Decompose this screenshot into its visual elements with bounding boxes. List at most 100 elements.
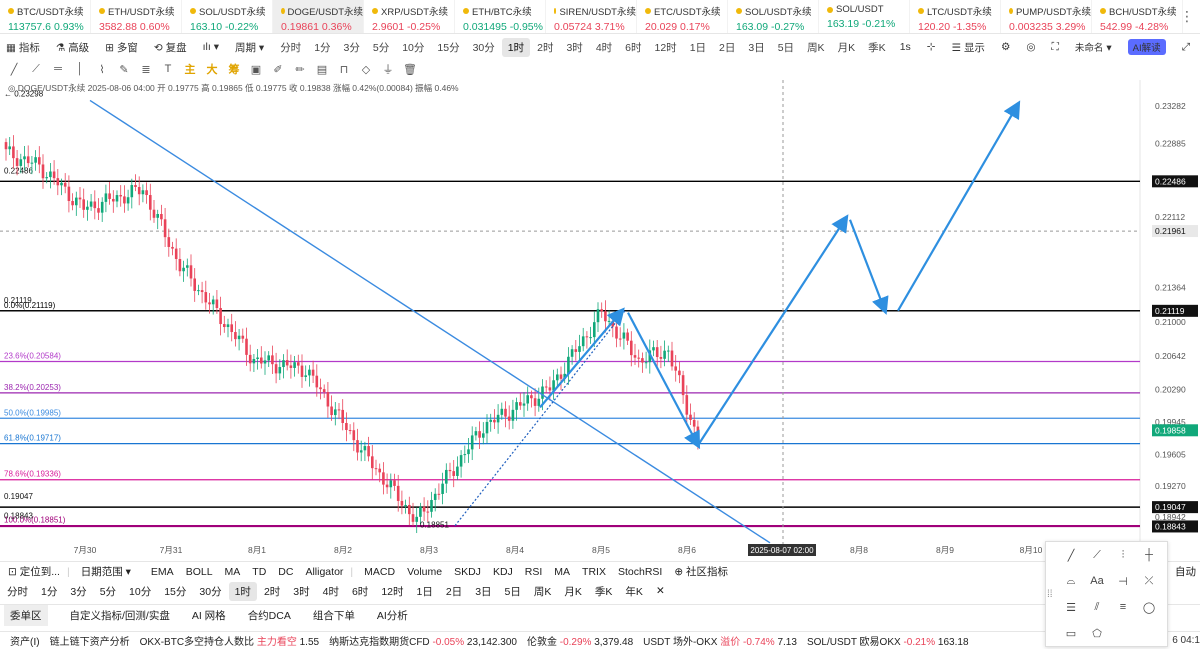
indicator-button[interactable]: ▦ 指标 bbox=[6, 40, 40, 55]
ticker-8[interactable]: SOL/USDT永续 163.09 -0.27% bbox=[728, 0, 819, 33]
main-indicator-0[interactable]: EMA bbox=[151, 566, 174, 578]
more-menu-icon[interactable]: ⋮ bbox=[1180, 8, 1194, 25]
timeframe-19[interactable]: 季K bbox=[862, 38, 892, 57]
advanced-button[interactable]: ⚗ 高级 bbox=[56, 40, 89, 55]
projection-arrow[interactable] bbox=[697, 214, 849, 446]
camera-icon[interactable]: ◎ bbox=[1026, 41, 1035, 53]
timeframe-11[interactable]: 6时 bbox=[619, 38, 647, 57]
bottom-tab-3[interactable]: 合约DCA bbox=[248, 608, 291, 623]
bottom-timeframe-19[interactable]: 季K bbox=[589, 582, 619, 601]
fib-icon[interactable]: ≣ bbox=[135, 63, 157, 76]
sub-indicator-5[interactable]: MA bbox=[554, 566, 570, 578]
eye-icon[interactable]: ◇ bbox=[355, 63, 377, 76]
pattern-icon[interactable]: ⌓ bbox=[1058, 568, 1084, 594]
chart-type-icon[interactable]: ılı ▾ bbox=[203, 41, 219, 53]
trend-line-icon[interactable]: ╱ bbox=[3, 63, 25, 76]
drag-handle-icon[interactable]: ⁞⁞ bbox=[1047, 589, 1053, 600]
price-chart[interactable]: 0.23282 0.22885 0.22486 0.22112 0.21961 0.213… bbox=[0, 80, 1200, 560]
bottom-timeframe-13[interactable]: 1日 bbox=[411, 582, 439, 601]
seconds-button[interactable]: 1s bbox=[900, 41, 911, 53]
text-tool[interactable]: Aa bbox=[1084, 568, 1110, 594]
trash-icon[interactable]: 🗑 bbox=[399, 63, 421, 76]
timeframe-9[interactable]: 3时 bbox=[560, 38, 588, 57]
bottom-timeframe-20[interactable]: 年K bbox=[619, 582, 649, 601]
timeframe-12[interactable]: 12时 bbox=[649, 38, 683, 57]
projection-arrow[interactable] bbox=[897, 100, 1021, 312]
main-indicator-1[interactable]: BOLL bbox=[186, 566, 213, 578]
timeframe-1[interactable]: 1分 bbox=[308, 38, 336, 57]
polygon-icon[interactable]: ⬠ bbox=[1084, 620, 1110, 646]
date-range-dropdown[interactable]: 日期范围 ▾ bbox=[81, 564, 131, 579]
ticker-9[interactable]: SOL/USDT 163.19 -0.21% bbox=[819, 0, 910, 33]
lock-icon[interactable]: ▤ bbox=[311, 63, 333, 76]
timeframe-3[interactable]: 5分 bbox=[367, 38, 395, 57]
timeframe-8[interactable]: 2时 bbox=[531, 38, 559, 57]
bottom-timeframe-11[interactable]: 6时 bbox=[346, 582, 374, 601]
ticker-3[interactable]: DOGE/USDT永续 0.19861 0.36% bbox=[273, 0, 364, 33]
sub-indicator-2[interactable]: SKDJ bbox=[454, 566, 481, 578]
status-item-2[interactable]: OKX-BTC多空持仓人数比 主力看空 1.55 bbox=[140, 633, 319, 648]
expand-icon[interactable]: ⤢ bbox=[1182, 41, 1190, 54]
timeframe-14[interactable]: 2日 bbox=[713, 38, 741, 57]
bottom-tab-5[interactable]: AI分析 bbox=[377, 608, 408, 623]
replay-button[interactable]: ⟲ 复盘 bbox=[154, 40, 187, 55]
ticker-7[interactable]: ETC/USDT永续 20.029 0.17% bbox=[637, 0, 728, 33]
trendline[interactable] bbox=[89, 99, 771, 544]
text-icon[interactable]: T bbox=[157, 63, 179, 75]
bottom-timeframe-7[interactable]: 1时 bbox=[228, 581, 257, 601]
ellipse-icon[interactable]: ◯ bbox=[1136, 594, 1162, 620]
settings-icon[interactable]: ⚙ bbox=[1001, 41, 1010, 53]
ai-analysis-button[interactable]: AI解读 bbox=[1127, 39, 1166, 55]
rectangle-icon[interactable]: ▭ bbox=[1058, 620, 1084, 646]
main-force-icon[interactable]: 主 bbox=[179, 61, 201, 77]
projection-arrow[interactable] bbox=[627, 312, 701, 450]
ticker-0[interactable]: BTC/USDT永续 113757.6 0.93% bbox=[0, 0, 91, 33]
sub-indicator-4[interactable]: RSI bbox=[525, 566, 543, 578]
parallel-lines-icon[interactable]: ⫶ bbox=[1110, 542, 1136, 568]
close-icon[interactable]: ✕ bbox=[650, 583, 671, 599]
timeframe-7[interactable]: 1时 bbox=[501, 37, 531, 57]
ticker-6[interactable]: SIREN/USDT永续 0.05724 3.71% bbox=[546, 0, 637, 33]
bottom-tab-1[interactable]: 自定义指标/回测/实盘 bbox=[70, 608, 170, 623]
ticker-11[interactable]: PUMP/USDT永续 0.003235 3.29% bbox=[1001, 0, 1092, 33]
main-indicator-2[interactable]: MA bbox=[225, 566, 241, 578]
auto-button[interactable]: 自动 bbox=[1175, 564, 1196, 579]
edit-icon[interactable]: ✏ bbox=[289, 63, 311, 76]
bottom-timeframe-9[interactable]: 3时 bbox=[287, 582, 315, 601]
pattern-icon[interactable]: ⌇ bbox=[91, 63, 113, 76]
trend-line-icon[interactable]: ╱ bbox=[1058, 542, 1084, 568]
main-indicator-4[interactable]: DC bbox=[278, 566, 293, 578]
status-item-5[interactable]: USDT 场外-OKX 溢价 -0.74% 7.13 bbox=[643, 633, 797, 648]
display-button[interactable]: ☰ 显示 bbox=[952, 40, 985, 55]
bottom-timeframe-8[interactable]: 2时 bbox=[258, 582, 286, 601]
sub-indicator-7[interactable]: StochRSI bbox=[618, 566, 662, 578]
bottom-timeframe-10[interactable]: 4时 bbox=[317, 582, 345, 601]
projection-arrow[interactable] bbox=[848, 219, 889, 315]
bottom-timeframe-2[interactable]: 3分 bbox=[64, 582, 92, 601]
bottom-timeframe-14[interactable]: 2日 bbox=[440, 582, 468, 601]
bottom-timeframe-0[interactable]: 分时 bbox=[1, 582, 34, 601]
bottom-tab-2[interactable]: AI 网格 bbox=[192, 608, 226, 623]
ticker-2[interactable]: SOL/USDT永续 163.10 -0.22% bbox=[182, 0, 273, 33]
big-order-icon[interactable]: 大 bbox=[201, 61, 223, 77]
main-indicator-5[interactable]: Alligator bbox=[305, 566, 343, 578]
sub-indicator-1[interactable]: Volume bbox=[407, 566, 442, 578]
chips-icon[interactable]: 筹 bbox=[223, 61, 245, 77]
timeframe-6[interactable]: 30分 bbox=[467, 38, 501, 57]
bottom-timeframe-18[interactable]: 月K bbox=[558, 582, 588, 601]
position-button[interactable]: ⊡ 定位到... bbox=[8, 564, 60, 579]
timeframe-4[interactable]: 10分 bbox=[396, 38, 430, 57]
ticker-12[interactable]: BCH/USDT永续 542.99 -4.28% bbox=[1092, 0, 1183, 33]
measure-icon[interactable]: ⊓ bbox=[333, 63, 355, 76]
multi-window-button[interactable]: ⊞ 多窗 bbox=[105, 40, 138, 55]
status-item-4[interactable]: 伦敦金 -0.29% 3,379.48 bbox=[527, 633, 633, 648]
ray-icon[interactable]: ⟋ bbox=[1084, 542, 1110, 568]
timeframe-18[interactable]: 月K bbox=[832, 38, 862, 57]
timeframe-2[interactable]: 3分 bbox=[338, 38, 366, 57]
sub-indicator-6[interactable]: TRIX bbox=[582, 566, 606, 578]
ray-line-icon[interactable]: ⟋ bbox=[25, 63, 47, 76]
status-item-1[interactable]: 链上链下资产分析 bbox=[50, 633, 130, 648]
vertical-line-icon[interactable]: │ bbox=[69, 63, 91, 75]
bottom-tab-4[interactable]: 组合下单 bbox=[313, 608, 355, 623]
bottom-timeframe-6[interactable]: 30分 bbox=[193, 582, 227, 601]
